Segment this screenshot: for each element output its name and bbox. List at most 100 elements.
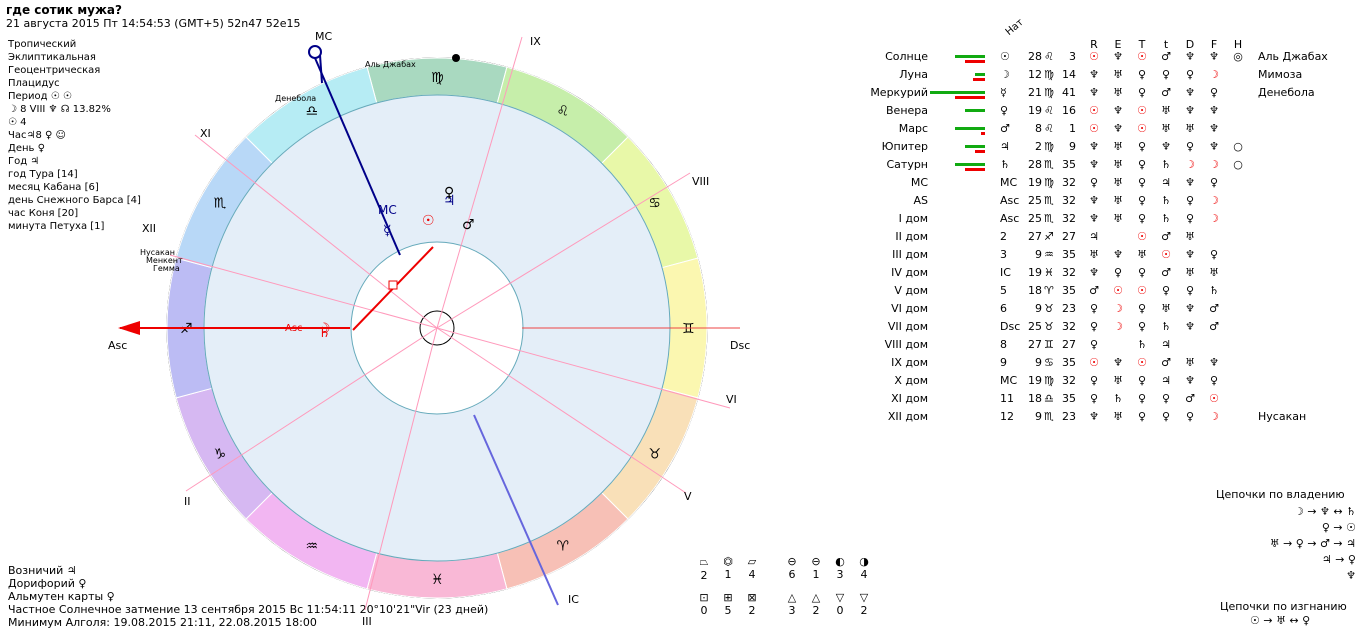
table-row[interactable]: VIII дом 8 27 ♊ 27 ♀ ♄ ♃: [870, 338, 1360, 356]
sun-marker-icon: [452, 54, 460, 62]
row-label: IV дом: [891, 266, 928, 279]
dignity-icon: ♆: [1113, 248, 1123, 261]
degree-value: 19: [1028, 104, 1042, 117]
table-row[interactable]: IX дом 9 9 ♋ 35 ☉ ♆ ☉ ♂ ♅ ♆: [870, 356, 1360, 374]
sign-icon: ♍: [1044, 374, 1054, 387]
row-label: I дом: [898, 212, 928, 225]
table-row[interactable]: Меркурий ☿ 21 ♍ 41 ♆ ♅ ♀ ♂ ♆ ♀ Денебола: [870, 86, 1360, 104]
dignity-icon: ♂: [1209, 320, 1219, 333]
zodiac-sign-icon: ♉: [648, 447, 661, 463]
table-row[interactable]: XI дом 11 18 ♎ 35 ♀ ♄ ♀ ♀ ♂ ☉: [870, 392, 1360, 410]
fixed-star-label: Нусакан: [1258, 410, 1307, 423]
minute-value: 32: [1062, 374, 1076, 387]
table-row[interactable]: IV дом IC 19 ♓ 32 ♆ ♀ ♀ ♂ ♅ ♅: [870, 266, 1360, 284]
star-label: Денебола: [275, 94, 316, 103]
degree-value: 2: [1035, 140, 1042, 153]
chain-line: ☉ → ♅ ↔ ♀: [1250, 614, 1311, 627]
chains-exile-title: Цепочки по изгнанию: [1220, 600, 1347, 613]
table-row[interactable]: X дом MC 19 ♍ 32 ♀ ♅ ♀ ♃ ♆ ♀: [870, 374, 1360, 392]
dignity-icon: ♆: [1161, 140, 1171, 153]
saturn-icon: ♄: [318, 325, 331, 341]
dignity-icon: ♅: [1113, 86, 1123, 99]
degree-value: 28: [1028, 158, 1042, 171]
row-label: Луна: [899, 68, 928, 81]
dignity-icon: ♄: [1209, 284, 1219, 297]
minute-value: 32: [1062, 266, 1076, 279]
house-label: VIII: [692, 175, 709, 188]
table-row[interactable]: Венера ♀ 19 ♌ 16 ☉ ♆ ☉ ♅ ♆ ♆: [870, 104, 1360, 122]
dignity-icon: ♀: [1137, 410, 1147, 423]
sign-icon: ♌: [1044, 122, 1054, 135]
row-label: MC: [910, 176, 928, 189]
dignity-icon: ♆: [1089, 86, 1099, 99]
dignity-icon: ☉: [1137, 284, 1147, 297]
table-row[interactable]: II дом 2 27 ♐ 27 ♃ ☉ ♂ ♅: [870, 230, 1360, 248]
minute-value: 14: [1062, 68, 1076, 81]
dignity-icon: ♃: [1089, 230, 1099, 243]
strength-bar: [930, 91, 985, 94]
dignity-icon: ♂: [1209, 302, 1219, 315]
extra-icon: ○: [1233, 158, 1243, 171]
table-row[interactable]: I дом Asc 25 ♏ 32 ♆ ♅ ♀ ♄ ♀ ☽: [870, 212, 1360, 230]
dignity-icon: ♄: [1161, 194, 1171, 207]
degree-value: 18: [1028, 284, 1042, 297]
table-row[interactable]: VII дом Dsc 25 ♉ 32 ♀ ☽ ♀ ♄ ♆ ♂: [870, 320, 1360, 338]
dignity-icon: ♃: [1161, 374, 1171, 387]
zodiac-sign-icon: ♊: [682, 321, 695, 337]
house-label: XI: [200, 127, 211, 140]
house-label: II: [184, 495, 191, 508]
dignity-icon: ♀: [1137, 140, 1147, 153]
sign-icon: ♌: [1044, 50, 1054, 63]
stat-cell: ⊖ 6: [784, 555, 800, 581]
dignity-icon: ♆: [1209, 104, 1219, 117]
strength-bar: [975, 73, 985, 76]
dignity-icon: ♀: [1185, 410, 1195, 423]
dignity-icon: ♆: [1185, 50, 1195, 63]
row-label: VIII дом: [884, 338, 928, 351]
dignity-icon: ♀: [1209, 248, 1219, 261]
stat-value: 1: [812, 568, 820, 581]
dignity-icon: ☉: [1209, 392, 1219, 405]
dignity-icon: ♂: [1161, 230, 1171, 243]
stat-cell: ⏣ 1: [720, 555, 736, 581]
dignity-icon: ♂: [1161, 356, 1171, 369]
dignity-icon: ☽: [1113, 302, 1123, 315]
sign-icon: ♌: [1044, 104, 1054, 117]
dignity-icon: ♅: [1161, 122, 1171, 135]
table-row[interactable]: XII дом 12 9 ♏ 23 ♆ ♅ ♀ ♀ ♀ ☽ Нусакан: [870, 410, 1360, 428]
row-label: X дом: [894, 374, 928, 387]
minute-value: 32: [1062, 212, 1076, 225]
dignity-icon: ♅: [1185, 356, 1195, 369]
table-row[interactable]: VI дом 6 9 ♉ 23 ♀ ☽ ♀ ♅ ♆ ♂: [870, 302, 1360, 320]
dignity-icon: ♆: [1113, 104, 1123, 117]
table-row[interactable]: Сатурн ♄ 28 ♏ 35 ♆ ♅ ♀ ♄ ☽ ☽ ○: [870, 158, 1360, 176]
stat-value: 4: [860, 568, 868, 581]
table-row[interactable]: V дом 5 18 ♈ 35 ♂ ☉ ☉ ♀ ♀ ♄: [870, 284, 1360, 302]
ic-label: IC: [568, 593, 579, 606]
table-row[interactable]: Марс ♂ 8 ♌ 1 ☉ ♆ ☉ ♅ ♅ ♆: [870, 122, 1360, 140]
extra-icon: ○: [1233, 140, 1243, 153]
stat-value: 6: [788, 568, 796, 581]
degree-value: 9: [1035, 248, 1042, 261]
dignity-icon: ☉: [1161, 248, 1171, 261]
dignity-icon: ♀: [1209, 374, 1219, 387]
table-row[interactable]: AS Asc 25 ♏ 32 ♆ ♅ ♀ ♄ ♀ ☽: [870, 194, 1360, 212]
row-label: AS: [913, 194, 928, 207]
stat-value: 0: [836, 604, 844, 617]
strength-bar: [955, 55, 985, 58]
table-row[interactable]: Солнце ☉ 28 ♌ 3 ☉ ♆ ☉ ♂ ♆ ♆ ◎ Аль Джабах: [870, 50, 1360, 68]
weakness-bar: [955, 96, 985, 99]
table-row[interactable]: Луна ☽ 12 ♍ 14 ♆ ♅ ♀ ♀ ♀ ☽ Мимоза: [870, 68, 1360, 86]
dignity-icon: ♆: [1185, 248, 1195, 261]
dignity-icon: ♆: [1209, 50, 1219, 63]
table-row[interactable]: MC MC 19 ♍ 32 ♀ ♅ ♀ ♃ ♆ ♀: [870, 176, 1360, 194]
dignity-icon: ♅: [1161, 302, 1171, 315]
table-row[interactable]: III дом 3 9 ♒ 35 ♅ ♆ ♅ ☉ ♆ ♀: [870, 248, 1360, 266]
dignity-icon: ♀: [1137, 374, 1147, 387]
dignity-icon: ♅: [1113, 176, 1123, 189]
dignity-icon: ♀: [1137, 158, 1147, 171]
table-row[interactable]: Юпитер ♃ 2 ♍ 9 ♆ ♅ ♀ ♆ ♀ ♆ ○: [870, 140, 1360, 158]
stat-value: 4: [748, 568, 756, 581]
degree-value: 19: [1028, 374, 1042, 387]
dignity-icon: ♂: [1161, 266, 1171, 279]
